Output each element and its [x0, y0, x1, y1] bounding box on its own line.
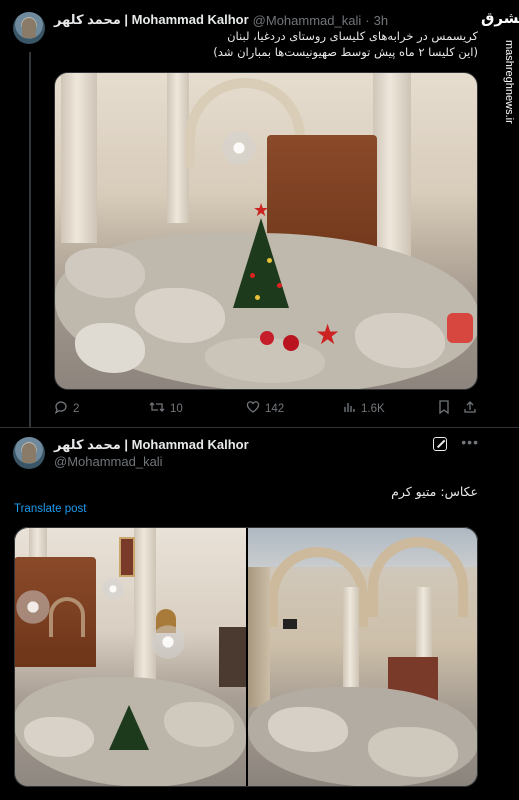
tweet-1-header: محمد کلهر | Mohammad Kalhor @Mohammad_ka… [54, 12, 388, 28]
tweet-1-action-bar: 2 10 142 1.6K [54, 400, 478, 420]
photo-christmas-tree [109, 705, 149, 750]
author-handle[interactable]: @Mohammad_kali [54, 454, 163, 469]
photo-door [219, 627, 246, 687]
avatar[interactable] [13, 12, 45, 44]
heart-icon [246, 400, 260, 417]
photo-tree-star: ★ [253, 200, 270, 220]
photo-chandelier [14, 587, 52, 627]
tweet-2-text: عکاس: متیو کرم [391, 484, 478, 499]
photo-icon-frame [119, 537, 135, 577]
photo-ornament [267, 258, 272, 263]
photo-red-star: ★ [315, 319, 341, 350]
like-button[interactable]: 142 [246, 400, 284, 417]
thread-connector-line [29, 52, 31, 428]
author-name[interactable]: محمد کلهر | Mohammad Kalhor [54, 437, 249, 453]
photo-window [283, 619, 297, 629]
photo-chandelier [149, 622, 187, 662]
like-count: 142 [265, 402, 285, 415]
photo-poinsettia [283, 335, 299, 351]
views-count: 1.6K [361, 402, 385, 415]
tweet-2-handle-row: @Mohammad_kali [54, 454, 163, 469]
photo-ornament [255, 295, 260, 300]
watermark-url: mashreghnews.ir [503, 40, 515, 124]
reply-icon [54, 400, 68, 417]
repost-icon [149, 400, 165, 417]
photo-poinsettia [260, 331, 274, 345]
tweet-1-text: کریسمس در خرابه‌های کلیسای روستای دردغیا… [54, 28, 478, 60]
photo-rubble [75, 323, 145, 373]
bookmark-button[interactable] [438, 400, 450, 417]
mashregh-watermark: مشرق mashreghnews.ir [481, 0, 519, 124]
views-button[interactable]: 1.6K [342, 400, 385, 417]
photo-ornament [250, 273, 255, 278]
author-handle[interactable]: @Mohammad_kali [253, 13, 362, 28]
photo-christmas-tree [233, 218, 289, 308]
author-name[interactable]: محمد کلهر | Mohammad Kalhor [54, 12, 249, 28]
watermark-logo: مشرق [481, 9, 519, 27]
analytics-icon [342, 400, 356, 417]
tweet-2-photo-right[interactable] [248, 527, 478, 787]
photo-debris-object [447, 313, 473, 343]
photo-wall [248, 567, 270, 707]
share-button[interactable] [463, 400, 477, 417]
repost-button[interactable]: 10 [149, 400, 183, 417]
photo-chandelier [100, 577, 126, 601]
tweet-1-text-line-1: کریسمس در خرابه‌های کلیسای روستای دردغیا… [227, 29, 478, 43]
tweet-2-photo-left[interactable] [14, 527, 246, 787]
avatar[interactable] [13, 437, 45, 469]
photo-arch [49, 597, 85, 637]
grok-icon[interactable] [433, 437, 448, 451]
separator-dot: · [365, 12, 370, 28]
share-icon [463, 400, 477, 417]
translate-post-link[interactable]: Translate post [14, 503, 86, 515]
photo-chandelier [220, 128, 258, 168]
tweet-1-text-line-2: (این کلیسا ۲ ماه پیش توسط صهیونیست‌ها بم… [213, 45, 478, 59]
reply-button[interactable]: 2 [54, 400, 79, 417]
tweet-2-top-icons: ••• [433, 435, 479, 451]
repost-count: 10 [170, 402, 183, 415]
tweet-1-photo[interactable]: ★ ★ [54, 72, 478, 390]
more-icon[interactable]: ••• [461, 435, 479, 451]
bookmark-icon [438, 400, 450, 417]
photo-pillar [61, 73, 97, 243]
photo-ornament [277, 283, 282, 288]
reply-count: 2 [73, 402, 80, 415]
tweet-2-header: محمد کلهر | Mohammad Kalhor [54, 437, 249, 453]
timestamp[interactable]: 3h [374, 13, 388, 28]
